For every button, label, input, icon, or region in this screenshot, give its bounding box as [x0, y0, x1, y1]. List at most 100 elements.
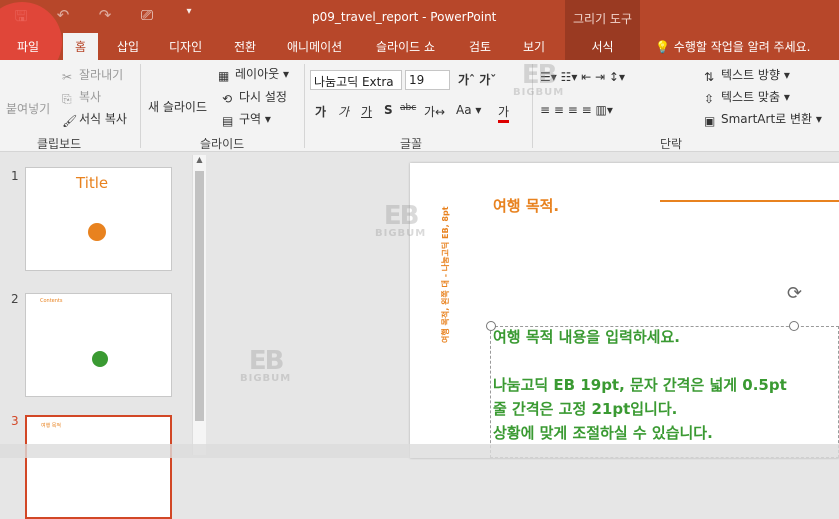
shadow-button[interactable]: S: [384, 103, 393, 117]
divider: [140, 64, 141, 148]
paintbrush-icon: 🖌: [62, 113, 78, 128]
watermark-text: BIGBUM: [375, 228, 427, 239]
thumbnail-title: Contents: [40, 298, 63, 304]
ribbon-tabs: 홈 삽입 디자인 전환 애니메이션 슬라이드 쇼 검토 보기 서식 💡 수행할 …: [0, 33, 839, 60]
section-label: 구역: [239, 112, 262, 126]
tell-me-text: 수행할 작업을 알려 주세요.: [673, 40, 811, 54]
watermark-mark: EB: [248, 346, 285, 376]
paragraph-group-label: 단락: [660, 137, 683, 151]
slides-group-label: 슬라이드: [200, 137, 245, 151]
ribbon: 붙여넣기 ✂ 잘라내기 ⎘ 복사 🖌 서식 복사 클립보드 새 슬라이드 ▦ 레이아웃 …: [0, 60, 839, 152]
bottom-overlay: [0, 444, 839, 458]
italic-button[interactable]: 가: [338, 103, 349, 120]
scroll-thumb[interactable]: [195, 171, 204, 421]
workspace: 1 Title 2 Contents 3 여행 목적 ▲ 여행 목적. 여행 목…: [0, 153, 839, 519]
slide-thumbnail-2[interactable]: Contents: [25, 293, 172, 397]
tab-animations[interactable]: 애니메이션: [287, 38, 342, 55]
copy-label: 복사: [79, 90, 102, 104]
rotate-handle-icon[interactable]: ⟳: [787, 283, 802, 304]
slide-number: 1: [11, 169, 19, 183]
divider: [304, 64, 305, 148]
context-group-label: 그리기 도구: [565, 0, 640, 33]
watermark-logo: EB BIGBUM: [240, 348, 291, 384]
align-text-button[interactable]: ⇳ 텍스트 맞춤 ▾: [704, 88, 790, 106]
smartart-label: SmartArt로 변환: [721, 112, 813, 126]
slide-title[interactable]: 여행 목적.: [493, 195, 559, 216]
watermark-mark: EB: [521, 60, 558, 90]
format-painter-button[interactable]: 🖌 서식 복사: [62, 110, 127, 128]
watermark-text: BIGBUM: [240, 373, 292, 384]
grow-font-icon[interactable]: 가ˆ 가ˇ: [458, 71, 496, 88]
format-painter-label: 서식 복사: [79, 112, 127, 126]
thumbnail-title: Title: [76, 174, 109, 192]
cut-button[interactable]: ✂ 잘라내기: [62, 66, 124, 84]
resize-handle[interactable]: [789, 321, 799, 331]
watermark-logo: EB BIGBUM: [375, 203, 426, 239]
present-icon[interactable]: ⎚: [136, 6, 158, 31]
body-line: [493, 349, 787, 373]
tab-file[interactable]: 파일: [17, 38, 39, 55]
tab-format[interactable]: 서식: [565, 33, 640, 60]
align-text-icon: ⇳: [704, 91, 715, 106]
strikethrough-button[interactable]: abc: [400, 103, 416, 113]
watermark-mark: EB: [383, 201, 420, 231]
tab-home[interactable]: 홈: [63, 33, 99, 60]
section-icon: ▤: [222, 113, 234, 128]
section-button[interactable]: ▤ 구역 ▾: [222, 110, 271, 128]
tab-insert[interactable]: 삽입: [117, 38, 139, 55]
font-size-combo[interactable]: 19: [405, 70, 450, 90]
cut-label: 잘라내기: [79, 68, 124, 82]
watermark-logo: EB BIGBUM: [513, 62, 564, 98]
scroll-up-icon[interactable]: ▲: [193, 155, 206, 169]
slide-number: 2: [11, 292, 19, 306]
smartart-button[interactable]: ▣ SmartArt로 변환 ▾: [704, 110, 822, 128]
bold-button[interactable]: 가: [315, 103, 326, 120]
slide-thumbnail-pane: 1 Title 2 Contents 3 여행 목적 ▲: [0, 153, 210, 519]
text-direction-icon: ⇅: [704, 69, 715, 84]
new-slide-button[interactable]: 새 슬라이드: [148, 98, 207, 115]
copy-button[interactable]: ⎘ 복사: [62, 88, 102, 106]
globe-icon: [88, 223, 106, 241]
align-left-icon[interactable]: ≡ ≡ ≡ ≡ ▥▾: [540, 103, 613, 117]
tab-review[interactable]: 검토: [469, 38, 491, 55]
body-line: 줄 간격은 고정 21pt입니다.: [493, 400, 678, 418]
scissors-icon: ✂: [62, 69, 73, 84]
clipboard-group-label: 클립보드: [37, 137, 82, 151]
body-line: 여행 목적 내용을 입력하세요.: [493, 328, 680, 346]
title-bar: 🖫 ↶ ↷ ⎚ ▾ p09_travel_report - PowerPoint…: [0, 0, 839, 33]
align-text-label: 텍스트 맞춤: [721, 90, 781, 104]
tab-slideshow[interactable]: 슬라이드 쇼: [376, 38, 435, 55]
copy-icon: ⎘: [62, 91, 72, 106]
tab-design[interactable]: 디자인: [169, 38, 202, 55]
tell-me-box[interactable]: 💡 수행할 작업을 알려 주세요.: [655, 38, 810, 55]
globe-icon: [92, 351, 108, 367]
tab-view[interactable]: 보기: [523, 38, 545, 55]
slide-canvas[interactable]: 여행 목적. 여행 목적, 왼쪽 대 - 나눔고딕 EB, 8pt ⟳ 여행 목…: [410, 163, 839, 458]
redo-icon[interactable]: ↷: [94, 6, 116, 31]
layout-icon: ▦: [218, 68, 230, 83]
layout-button[interactable]: ▦ 레이아웃 ▾: [218, 65, 289, 83]
change-case-button[interactable]: Aa ▾: [456, 103, 481, 117]
lightbulb-icon: 💡: [655, 40, 670, 54]
tab-transitions[interactable]: 전환: [234, 38, 256, 55]
slide-thumbnail-1[interactable]: Title: [25, 167, 172, 271]
slide-thumbnail-3[interactable]: 여행 목적: [25, 415, 172, 519]
body-line: 나눔고딕 EB 19pt, 문자 간격은 넓게 0.5pt: [493, 376, 787, 394]
font-color-button[interactable]: 가: [498, 103, 510, 123]
title-underline: [660, 200, 839, 202]
text-direction-label: 텍스트 방향: [721, 68, 781, 82]
text-direction-button[interactable]: ⇅ 텍스트 방향 ▾: [704, 66, 790, 84]
reset-icon: ⟲: [222, 91, 233, 106]
reset-label: 다시 설정: [239, 90, 287, 104]
font-group-label: 글꼴: [400, 137, 423, 151]
slide-body-text[interactable]: 여행 목적 내용을 입력하세요. 나눔고딕 EB 19pt, 문자 간격은 넓게…: [493, 325, 787, 445]
paste-button[interactable]: 붙여넣기: [6, 100, 50, 117]
layout-label: 레이아웃: [235, 67, 280, 81]
underline-button[interactable]: 가: [361, 103, 372, 120]
watermark-text: BIGBUM: [513, 87, 565, 98]
chevron-down-icon[interactable]: ▾: [178, 6, 200, 31]
spacing-button[interactable]: 가↔: [424, 103, 445, 120]
font-name-combo[interactable]: 나눔고딕 Extra: [310, 70, 402, 90]
reset-button[interactable]: ⟲ 다시 설정: [222, 88, 287, 106]
thumbnail-scrollbar[interactable]: ▲: [192, 155, 206, 455]
